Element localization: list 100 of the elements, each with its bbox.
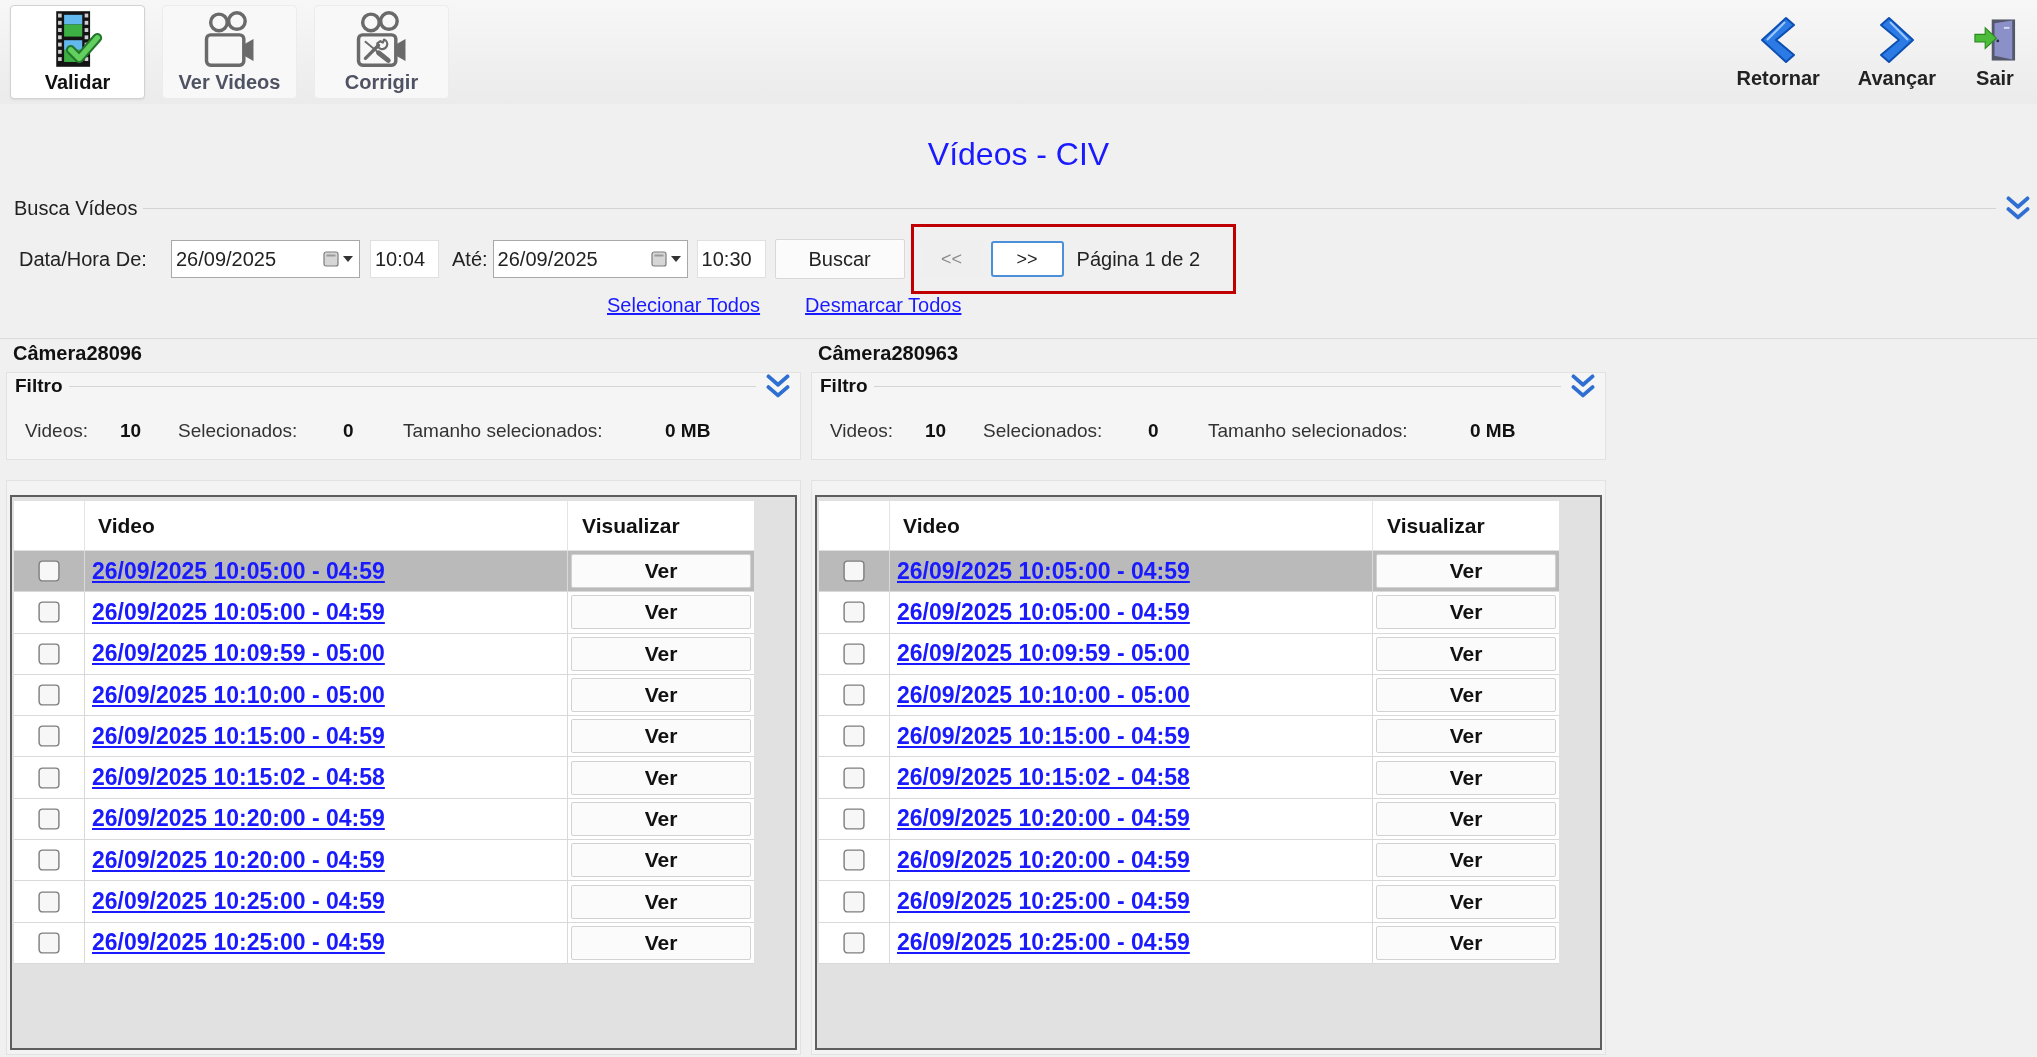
view-button[interactable]: Ver: [1376, 925, 1556, 960]
video-link[interactable]: 26/09/2025 10:20:00 - 04:59: [92, 846, 385, 874]
video-link[interactable]: 26/09/2025 10:20:00 - 04:59: [897, 805, 1190, 833]
toolbar-button[interactable]: Validar: [10, 5, 145, 99]
view-button[interactable]: Ver: [1376, 719, 1556, 754]
table-row[interactable]: 26/09/2025 10:20:00 - 04:59 Ver: [819, 798, 1559, 841]
table-row[interactable]: 26/09/2025 10:20:00 - 04:59 Ver: [14, 840, 754, 882]
video-link[interactable]: 26/09/2025 10:15:02 - 04:58: [92, 764, 385, 792]
checkbox[interactable]: [843, 560, 865, 583]
time-field[interactable]: 10:30: [696, 240, 766, 278]
checkbox[interactable]: [843, 931, 865, 954]
view-button[interactable]: Ver: [571, 636, 751, 671]
checkbox[interactable]: [843, 807, 865, 830]
table-row[interactable]: 26/09/2025 10:09:59 - 05:00 Ver: [819, 633, 1559, 675]
select-all-link[interactable]: Selecionar Todos: [607, 293, 761, 317]
video-link[interactable]: 26/09/2025 10:10:00 - 05:00: [92, 681, 385, 709]
checkbox[interactable]: [38, 684, 60, 707]
checkbox[interactable]: [843, 766, 865, 789]
checkbox[interactable]: [38, 725, 60, 748]
checkbox[interactable]: [843, 849, 865, 872]
checkbox[interactable]: [38, 807, 60, 830]
double-chevron-icon[interactable]: [1571, 373, 1595, 399]
video-link[interactable]: 26/09/2025 10:25:00 - 04:59: [92, 929, 385, 957]
table-row[interactable]: 26/09/2025 10:15:00 - 04:59 Ver: [14, 716, 754, 758]
video-link[interactable]: 26/09/2025 10:05:00 - 04:59: [897, 557, 1190, 585]
checkbox[interactable]: [843, 725, 865, 748]
view-button[interactable]: Ver: [571, 884, 751, 919]
table-row[interactable]: 26/09/2025 10:15:02 - 04:58 Ver: [14, 757, 754, 799]
video-link[interactable]: 26/09/2025 10:20:00 - 04:59: [92, 805, 385, 833]
toolbar-button[interactable]: Ver Videos: [162, 5, 297, 99]
view-button[interactable]: Ver: [1376, 884, 1556, 919]
double-chevron-icon[interactable]: [2006, 195, 2030, 221]
back-button[interactable]: Retornar: [1730, 5, 1826, 90]
table-row[interactable]: 26/09/2025 10:25:00 - 04:59 Ver: [14, 922, 754, 964]
table-row[interactable]: 26/09/2025 10:05:00 - 04:59 Ver: [14, 592, 754, 634]
view-button[interactable]: Ver: [571, 595, 751, 630]
checkbox[interactable]: [38, 931, 60, 954]
video-link[interactable]: 26/09/2025 10:05:00 - 04:59: [897, 598, 1190, 626]
caret-icon: [670, 256, 681, 262]
checkbox[interactable]: [843, 601, 865, 624]
date-field[interactable]: 26/09/2025: [492, 240, 688, 278]
view-button[interactable]: Ver: [571, 554, 751, 589]
checkbox[interactable]: [38, 601, 60, 624]
forward-button[interactable]: Avançar: [1851, 5, 1942, 90]
table-row[interactable]: 26/09/2025 10:10:00 - 05:00 Ver: [14, 674, 754, 717]
view-button[interactable]: Ver: [1376, 636, 1556, 671]
video-link[interactable]: 26/09/2025 10:05:00 - 04:59: [92, 557, 385, 585]
table-row[interactable]: 26/09/2025 10:05:00 - 04:59 Ver: [819, 551, 1559, 593]
table-row[interactable]: 26/09/2025 10:25:00 - 04:59 Ver: [819, 922, 1559, 964]
video-link[interactable]: 26/09/2025 10:05:00 - 04:59: [92, 598, 385, 626]
view-button[interactable]: Ver: [1376, 801, 1556, 836]
table-row[interactable]: 26/09/2025 10:10:00 - 05:00 Ver: [819, 674, 1559, 717]
view-button[interactable]: Ver: [1376, 843, 1556, 878]
table-row[interactable]: 26/09/2025 10:15:02 - 04:58 Ver: [819, 757, 1559, 799]
view-button[interactable]: Ver: [571, 843, 751, 878]
video-link[interactable]: 26/09/2025 10:09:59 - 05:00: [92, 640, 385, 668]
table-row[interactable]: 26/09/2025 10:20:00 - 04:59 Ver: [819, 840, 1559, 882]
checkbox[interactable]: [38, 766, 60, 789]
view-button[interactable]: Ver: [571, 925, 751, 960]
table-row[interactable]: 26/09/2025 10:25:00 - 04:59 Ver: [819, 881, 1559, 923]
table-row[interactable]: 26/09/2025 10:15:00 - 04:59 Ver: [819, 716, 1559, 758]
next-page-button[interactable]: >>: [990, 241, 1064, 277]
toolbar-button[interactable]: Corrigir: [314, 5, 449, 99]
exit-button[interactable]: Sair: [1968, 5, 2022, 90]
view-button[interactable]: Ver: [571, 678, 751, 713]
checkbox[interactable]: [38, 849, 60, 872]
table-row[interactable]: 26/09/2025 10:05:00 - 04:59 Ver: [14, 551, 754, 593]
checkbox[interactable]: [38, 642, 60, 665]
video-link[interactable]: 26/09/2025 10:20:00 - 04:59: [897, 846, 1190, 874]
video-link[interactable]: 26/09/2025 10:15:00 - 04:59: [92, 722, 385, 750]
time-field[interactable]: 10:04: [370, 240, 439, 278]
video-link[interactable]: 26/09/2025 10:09:59 - 05:00: [897, 640, 1190, 668]
view-button[interactable]: Ver: [1376, 595, 1556, 630]
view-button[interactable]: Ver: [571, 760, 751, 795]
search-button[interactable]: Buscar: [774, 239, 905, 279]
video-link[interactable]: 26/09/2025 10:25:00 - 04:59: [92, 888, 385, 915]
table-row[interactable]: 26/09/2025 10:05:00 - 04:59 Ver: [819, 592, 1559, 634]
double-chevron-icon[interactable]: [766, 373, 790, 399]
view-button[interactable]: Ver: [571, 801, 751, 836]
checkbox[interactable]: [843, 890, 865, 913]
view-button[interactable]: Ver: [1376, 554, 1556, 589]
checkbox[interactable]: [843, 684, 865, 707]
checkbox[interactable]: [843, 642, 865, 665]
view-button[interactable]: Ver: [571, 719, 751, 754]
table-row[interactable]: 26/09/2025 10:20:00 - 04:59 Ver: [14, 798, 754, 841]
table-row[interactable]: 26/09/2025 10:25:00 - 04:59 Ver: [14, 881, 754, 923]
view-button[interactable]: Ver: [1376, 760, 1556, 795]
page-indicator: Página 1 de 2: [1076, 247, 1200, 271]
checkbox[interactable]: [38, 560, 60, 583]
video-link[interactable]: 26/09/2025 10:10:00 - 05:00: [897, 681, 1190, 709]
checkbox[interactable]: [38, 890, 60, 913]
deselect-all-link[interactable]: Desmarcar Todos: [805, 293, 962, 317]
table-row[interactable]: 26/09/2025 10:09:59 - 05:00 Ver: [14, 633, 754, 675]
video-link[interactable]: 26/09/2025 10:15:00 - 04:59: [897, 722, 1190, 750]
stat-value: 0: [343, 420, 354, 442]
view-button[interactable]: Ver: [1376, 678, 1556, 713]
video-link[interactable]: 26/09/2025 10:15:02 - 04:58: [897, 764, 1190, 792]
video-link[interactable]: 26/09/2025 10:25:00 - 04:59: [897, 888, 1190, 915]
video-link[interactable]: 26/09/2025 10:25:00 - 04:59: [897, 929, 1190, 957]
date-field[interactable]: 26/09/2025: [171, 240, 360, 278]
